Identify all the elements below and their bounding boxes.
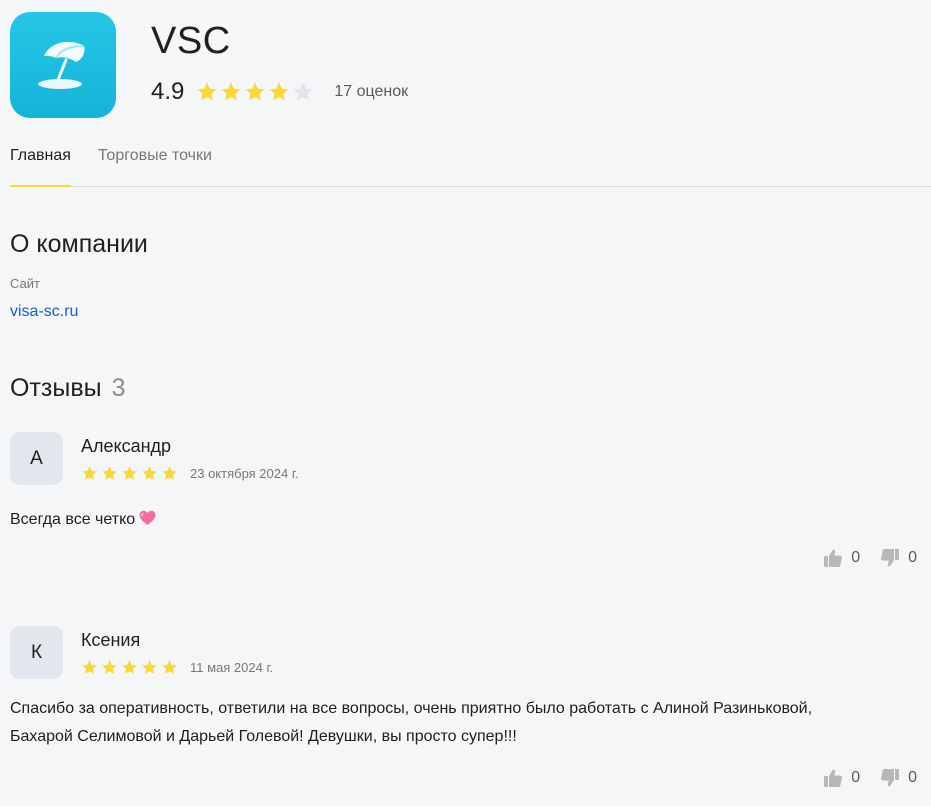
- star-filled-icon: [198, 82, 217, 101]
- tab-bar: Главная Торговые точки: [10, 140, 931, 187]
- star-filled-icon: [222, 82, 241, 101]
- heart-emoji-icon: [139, 508, 156, 536]
- reviews-count: 3: [111, 374, 126, 402]
- review-text-content: Всегда все четко: [10, 511, 136, 528]
- site-link[interactable]: visa-sc.ru: [10, 303, 78, 321]
- review-author: Ксения: [81, 630, 141, 650]
- star-empty-icon: [294, 82, 313, 101]
- like-button[interactable]: 0: [823, 548, 860, 568]
- avatar[interactable]: А: [10, 432, 63, 485]
- about-heading: О компании: [10, 230, 148, 258]
- company-rating: 4.9 17 оценок: [151, 78, 408, 106]
- review-author: Александр: [81, 436, 172, 456]
- review-date: 23 октября 2024 г.: [190, 466, 299, 481]
- review-rating: 23 октября 2024 г.: [81, 465, 299, 482]
- thumbs-down-icon: [881, 769, 900, 787]
- star-filled-icon: [142, 660, 157, 674]
- tab-main[interactable]: Главная: [10, 140, 71, 187]
- dislike-button[interactable]: 0: [880, 768, 917, 788]
- dislike-button[interactable]: 0: [880, 548, 917, 568]
- review-item: К Ксения 11 мая 2024 г. Спасибо за опера…: [10, 626, 917, 801]
- review-rating: 11 мая 2024 г.: [81, 659, 273, 676]
- like-count: 0: [851, 549, 861, 566]
- review-text: Всегда все четко: [10, 506, 890, 536]
- thumbs-up-icon: [824, 549, 843, 567]
- review-votes: 0 0: [823, 768, 917, 788]
- reviews-title: Отзывы: [10, 374, 102, 402]
- star-filled-icon: [82, 660, 97, 674]
- thumbs-down-icon: [881, 549, 900, 567]
- star-filled-icon: [82, 466, 97, 480]
- star-filled-icon: [270, 82, 289, 101]
- ratings-count[interactable]: 17 оценок: [334, 83, 408, 101]
- review-votes: 0 0: [823, 548, 917, 568]
- like-count: 0: [851, 769, 861, 786]
- star-filled-icon: [162, 660, 177, 674]
- beach-umbrella-icon: [38, 41, 85, 89]
- star-filled-icon: [162, 466, 177, 480]
- star-filled-icon: [102, 466, 117, 480]
- review-stars: [81, 465, 178, 482]
- review-item: А Александр 23 октября 2024 г. Всегда вс…: [10, 432, 917, 582]
- review-text: Спасибо за оперативность, ответили на вс…: [10, 700, 813, 745]
- reviews-heading: Отзывы 3: [10, 374, 125, 403]
- rating-stars: [196, 81, 314, 103]
- dislike-count: 0: [908, 769, 917, 786]
- review-date: 11 мая 2024 г.: [190, 660, 274, 675]
- company-name: VSC: [151, 20, 231, 62]
- rating-value: 4.9: [151, 78, 185, 105]
- like-button[interactable]: 0: [823, 768, 860, 788]
- tab-stores[interactable]: Торговые точки: [98, 140, 212, 187]
- review-stars: [81, 659, 178, 676]
- star-filled-icon: [122, 660, 137, 674]
- star-filled-icon: [102, 660, 117, 674]
- star-filled-icon: [142, 466, 157, 480]
- star-filled-icon: [246, 82, 265, 101]
- avatar[interactable]: К: [10, 626, 63, 679]
- site-label: Сайт: [10, 276, 40, 291]
- star-filled-icon: [122, 466, 137, 480]
- company-logo: [10, 12, 116, 118]
- dislike-count: 0: [908, 549, 917, 566]
- thumbs-up-icon: [824, 769, 843, 787]
